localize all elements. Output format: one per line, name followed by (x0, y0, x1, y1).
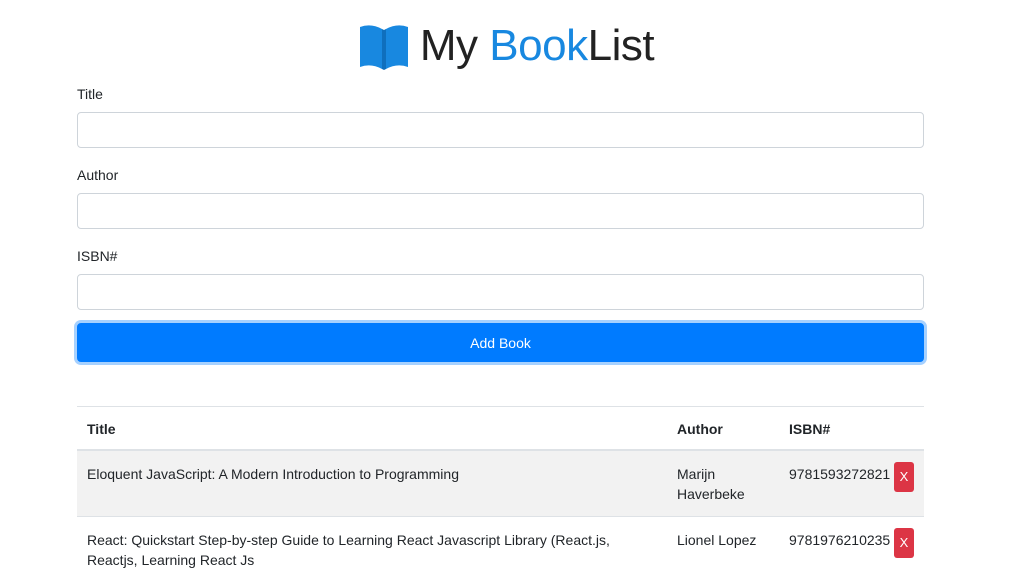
title-input[interactable] (77, 112, 924, 148)
book-title-cell: Eloquent JavaScript: A Modern Introducti… (77, 449, 667, 517)
brand-list: List (587, 21, 655, 70)
book-author-cell: Lionel Lopez (667, 516, 779, 576)
book-title-cell: React: Quickstart Step-by-step Guide to … (77, 516, 667, 576)
isbn-input[interactable] (77, 274, 924, 310)
book-author-cell: Marijn Haverbeke (667, 449, 779, 517)
column-header-isbn: ISBN# (779, 406, 884, 451)
column-header-author: Author (667, 406, 779, 451)
delete-book-button[interactable]: X (894, 528, 914, 558)
app-title: My BookList (419, 21, 655, 70)
author-label: Author (77, 167, 119, 183)
column-header-actions (884, 406, 924, 451)
add-book-button[interactable]: Add Book (77, 323, 924, 362)
table-row: Eloquent JavaScript: A Modern Introducti… (77, 449, 924, 517)
table-header-row: Title Author ISBN# (77, 406, 924, 451)
book-table: Title Author ISBN# Eloquent JavaScript: … (77, 406, 924, 576)
table-row: React: Quickstart Step-by-step Guide to … (77, 516, 924, 576)
isbn-label: ISBN# (77, 248, 118, 264)
brand-book: Book (489, 21, 588, 70)
open-book-icon (359, 25, 408, 70)
column-header-title: Title (77, 406, 667, 451)
app-header: My BookList (0, 14, 1012, 78)
title-label: Title (77, 86, 103, 102)
author-input[interactable] (77, 193, 924, 229)
brand-my: My (419, 21, 490, 70)
app-page: My BookList Title Author ISBN# Add Book … (0, 0, 1012, 576)
book-isbn-cell: 9781976210235 (779, 516, 890, 576)
book-isbn-cell: 9781593272821 (779, 449, 890, 517)
book-list: Title Author ISBN# Eloquent JavaScript: … (77, 406, 924, 576)
delete-book-button[interactable]: X (894, 462, 914, 492)
